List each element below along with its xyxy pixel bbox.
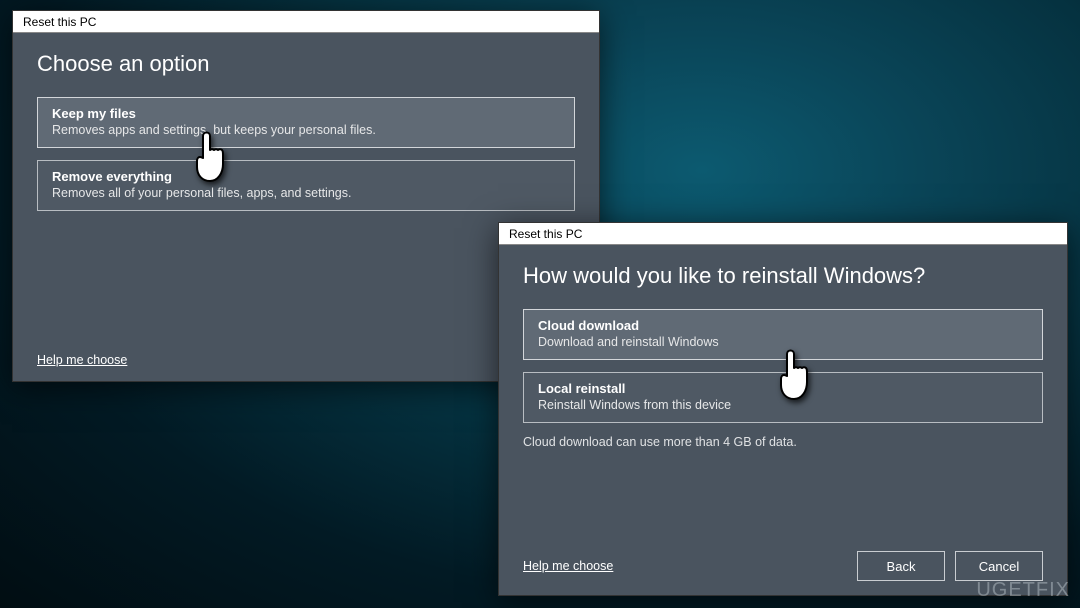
option-cloud-download[interactable]: Cloud download Download and reinstall Wi… [523,309,1043,360]
option-desc: Removes apps and settings, but keeps you… [52,123,560,137]
option-title: Cloud download [538,318,1028,333]
window-title: Reset this PC [509,227,582,241]
page-heading: Choose an option [37,51,575,77]
option-desc: Reinstall Windows from this device [538,398,1028,412]
titlebar: Reset this PC [13,11,599,33]
watermark: UGETFIX [976,579,1070,602]
option-title: Keep my files [52,106,560,121]
option-desc: Removes all of your personal files, apps… [52,186,560,200]
option-local-reinstall[interactable]: Local reinstall Reinstall Windows from t… [523,372,1043,423]
help-me-choose-link[interactable]: Help me choose [523,559,613,573]
dialog-footer: Help me choose [37,353,575,367]
button-row: Back Cancel [857,551,1043,581]
option-keep-my-files[interactable]: Keep my files Removes apps and settings,… [37,97,575,148]
dialog-footer: Help me choose Back Cancel [523,551,1043,581]
window-title: Reset this PC [23,15,96,29]
dialog-body: How would you like to reinstall Windows?… [499,245,1067,595]
page-heading: How would you like to reinstall Windows? [523,263,1043,289]
help-me-choose-link[interactable]: Help me choose [37,353,127,367]
option-desc: Download and reinstall Windows [538,335,1028,349]
info-note: Cloud download can use more than 4 GB of… [523,435,1043,449]
titlebar: Reset this PC [499,223,1067,245]
option-remove-everything[interactable]: Remove everything Removes all of your pe… [37,160,575,211]
cancel-button[interactable]: Cancel [955,551,1043,581]
option-title: Remove everything [52,169,560,184]
reset-pc-dialog-reinstall: Reset this PC How would you like to rein… [498,222,1068,596]
back-button[interactable]: Back [857,551,945,581]
option-title: Local reinstall [538,381,1028,396]
